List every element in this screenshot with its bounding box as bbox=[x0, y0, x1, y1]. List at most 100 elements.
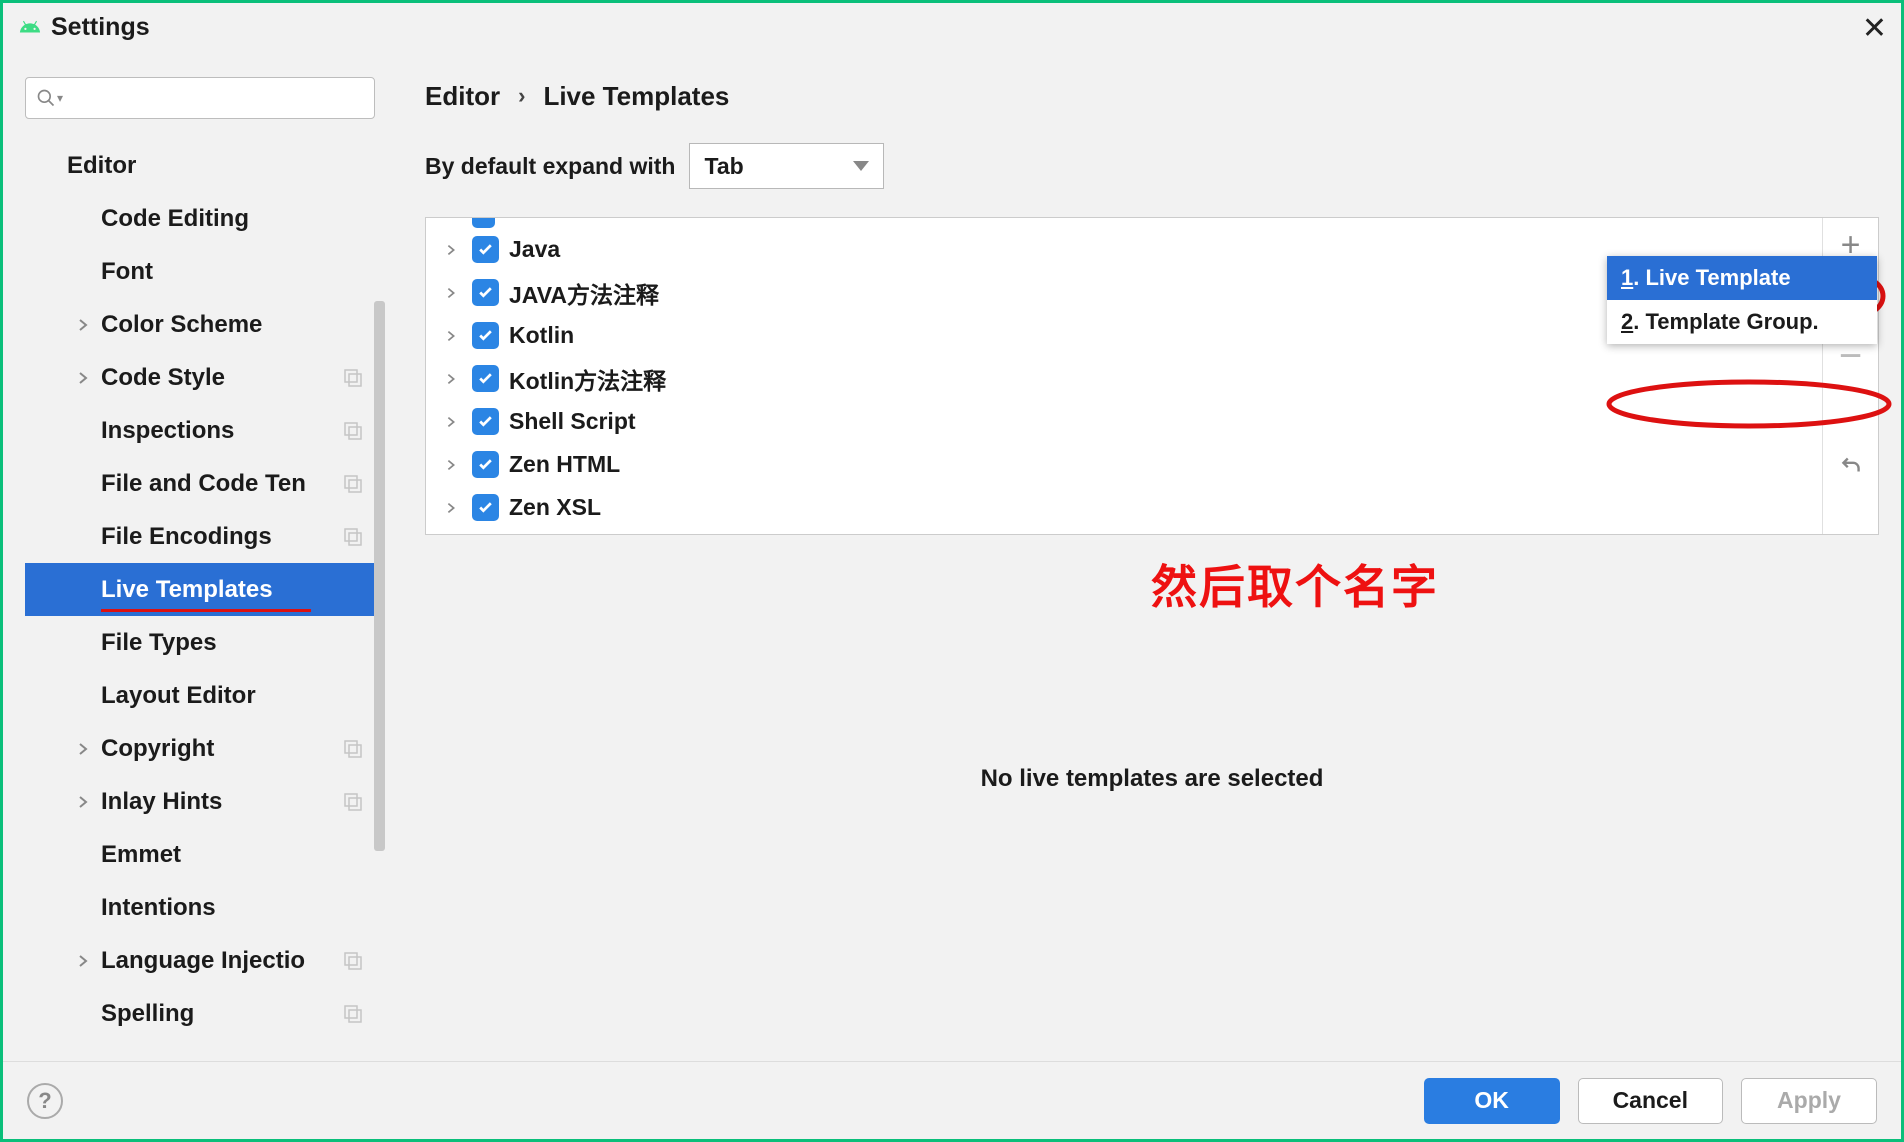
template-label: Zen XSL bbox=[509, 494, 601, 521]
annotation-text: 然后取个名字 bbox=[1151, 551, 1439, 617]
footer: ? OK Cancel Apply bbox=[3, 1061, 1901, 1139]
template-group-item[interactable]: Kotlin方法注释 bbox=[444, 357, 1822, 400]
expand-label: By default expand with bbox=[425, 153, 675, 180]
sidebar-item-emmet[interactable]: Emmet bbox=[25, 828, 385, 881]
template-group-item[interactable]: Zen XSL bbox=[444, 486, 1822, 529]
sidebar-item-label: File Encodings bbox=[101, 523, 272, 551]
sidebar-item-font[interactable]: Font bbox=[25, 245, 385, 298]
expand-select[interactable]: Tab bbox=[689, 143, 884, 189]
tree-root-editor[interactable]: Editor bbox=[25, 139, 385, 192]
ok-button[interactable]: OK bbox=[1424, 1078, 1560, 1124]
sidebar-item-spelling[interactable]: Spelling bbox=[25, 987, 385, 1040]
overlay-icon bbox=[343, 739, 363, 759]
overlay-icon bbox=[343, 951, 363, 971]
sidebar-item-file-and-code-ten[interactable]: File and Code Ten bbox=[25, 457, 385, 510]
sidebar-item-language-injectio[interactable]: Language Injectio bbox=[25, 934, 385, 987]
chevron-right-icon bbox=[444, 286, 458, 300]
chevron-right-icon bbox=[75, 741, 91, 757]
popup-live-template[interactable]: 1. Live Template bbox=[1607, 256, 1877, 300]
chevron-right-icon bbox=[75, 794, 91, 810]
checkbox[interactable] bbox=[472, 279, 499, 306]
template-label: Kotlin bbox=[509, 322, 574, 349]
settings-window: Settings ✕ ▾ Editor Code Editing Font Colo… bbox=[0, 0, 1904, 1142]
annotation-underline bbox=[101, 609, 311, 612]
popup-template-group[interactable]: 2. Template Group. bbox=[1607, 300, 1877, 344]
breadcrumb-editor[interactable]: Editor bbox=[425, 81, 500, 112]
sidebar-item-label: Inlay Hints bbox=[101, 788, 222, 816]
sidebar-item-label: Code Editing bbox=[101, 205, 249, 233]
sidebar-item-color-scheme[interactable]: Color Scheme bbox=[25, 298, 385, 351]
sidebar-item-code-editing[interactable]: Code Editing bbox=[25, 192, 385, 245]
sidebar-item-label: Live Templates bbox=[101, 576, 273, 604]
scrollbar[interactable] bbox=[374, 301, 385, 851]
chevron-right-icon bbox=[75, 370, 91, 386]
sidebar-item-label: Color Scheme bbox=[101, 311, 262, 339]
overlay-icon bbox=[343, 368, 363, 388]
overlay-icon bbox=[343, 421, 363, 441]
template-label: Shell Script bbox=[509, 408, 636, 435]
cancel-button[interactable]: Cancel bbox=[1578, 1078, 1723, 1124]
overlay-icon bbox=[343, 474, 363, 494]
expand-row: By default expand with Tab bbox=[425, 143, 1879, 189]
sidebar-item-file-types[interactable]: File Types bbox=[25, 616, 385, 669]
sidebar-item-label: File Types bbox=[101, 629, 217, 657]
sidebar-item-label: Emmet bbox=[101, 841, 181, 869]
chevron-right-icon bbox=[75, 317, 91, 333]
titlebar: Settings ✕ bbox=[3, 3, 1901, 51]
checkbox[interactable] bbox=[472, 365, 499, 392]
sidebar-item-label: Language Injectio bbox=[101, 947, 305, 975]
sidebar-item-label: Intentions bbox=[101, 894, 216, 922]
breadcrumb-live-templates: Live Templates bbox=[543, 81, 729, 112]
sidebar-item-inlay-hints[interactable]: Inlay Hints bbox=[25, 775, 385, 828]
apply-button: Apply bbox=[1741, 1078, 1877, 1124]
sidebar-item-layout-editor[interactable]: Layout Editor bbox=[25, 669, 385, 722]
empty-message: No live templates are selected bbox=[425, 765, 1879, 793]
template-label: Zen HTML bbox=[509, 451, 620, 478]
help-button[interactable]: ? bbox=[27, 1083, 63, 1119]
checkbox[interactable] bbox=[472, 408, 499, 435]
partial-checkbox[interactable] bbox=[472, 218, 495, 228]
sidebar-item-label: Inspections bbox=[101, 417, 234, 445]
body: ▾ Editor Code Editing Font Color Scheme Cod… bbox=[3, 51, 1901, 1061]
checkbox[interactable] bbox=[472, 451, 499, 478]
chevron-right-icon bbox=[75, 953, 91, 969]
overlay-icon bbox=[343, 792, 363, 812]
main-panel: Editor › Live Templates By default expan… bbox=[391, 51, 1901, 1061]
template-group-item[interactable]: Zen HTML bbox=[444, 443, 1822, 486]
sidebar: ▾ Editor Code Editing Font Color Scheme Cod… bbox=[3, 51, 391, 1061]
chevron-right-icon: › bbox=[518, 83, 525, 109]
close-icon[interactable]: ✕ bbox=[1862, 11, 1887, 46]
sidebar-item-live-templates[interactable]: Live Templates bbox=[25, 563, 385, 616]
checkbox[interactable] bbox=[472, 322, 499, 349]
sidebar-item-label: Spelling bbox=[101, 1000, 194, 1028]
chevron-right-icon bbox=[444, 415, 458, 429]
chevron-right-icon bbox=[444, 458, 458, 472]
remove-button: − bbox=[1839, 346, 1862, 366]
sidebar-item-label: Copyright bbox=[101, 735, 214, 763]
template-label: JAVA方法注释 bbox=[509, 276, 659, 310]
sidebar-item-intentions[interactable]: Intentions bbox=[25, 881, 385, 934]
sidebar-item-label: Code Style bbox=[101, 364, 225, 392]
search-caret-icon: ▾ bbox=[57, 91, 63, 105]
checkbox[interactable] bbox=[472, 494, 499, 521]
android-icon bbox=[19, 16, 41, 38]
breadcrumb: Editor › Live Templates bbox=[425, 75, 1879, 117]
chevron-right-icon bbox=[444, 501, 458, 515]
sidebar-item-code-style[interactable]: Code Style bbox=[25, 351, 385, 404]
sidebar-item-file-encodings[interactable]: File Encodings bbox=[25, 510, 385, 563]
tree-root-label: Editor bbox=[67, 152, 136, 180]
overlay-icon bbox=[343, 1004, 363, 1024]
settings-tree: Editor Code Editing Font Color Scheme Code … bbox=[25, 139, 385, 1061]
chevron-right-icon bbox=[444, 329, 458, 343]
template-group-item[interactable]: Shell Script bbox=[444, 400, 1822, 443]
search-input[interactable]: ▾ bbox=[25, 77, 375, 119]
chevron-right-icon bbox=[444, 372, 458, 386]
checkbox[interactable] bbox=[472, 236, 499, 263]
chevron-right-icon bbox=[444, 243, 458, 257]
template-panel: JavaJAVA方法注释KotlinKotlin方法注释Shell Script… bbox=[425, 217, 1879, 535]
undo-icon[interactable] bbox=[1838, 452, 1864, 486]
sidebar-item-inspections[interactable]: Inspections bbox=[25, 404, 385, 457]
window-title: Settings bbox=[51, 13, 150, 42]
sidebar-item-copyright[interactable]: Copyright bbox=[25, 722, 385, 775]
sidebar-item-label: Layout Editor bbox=[101, 682, 256, 710]
